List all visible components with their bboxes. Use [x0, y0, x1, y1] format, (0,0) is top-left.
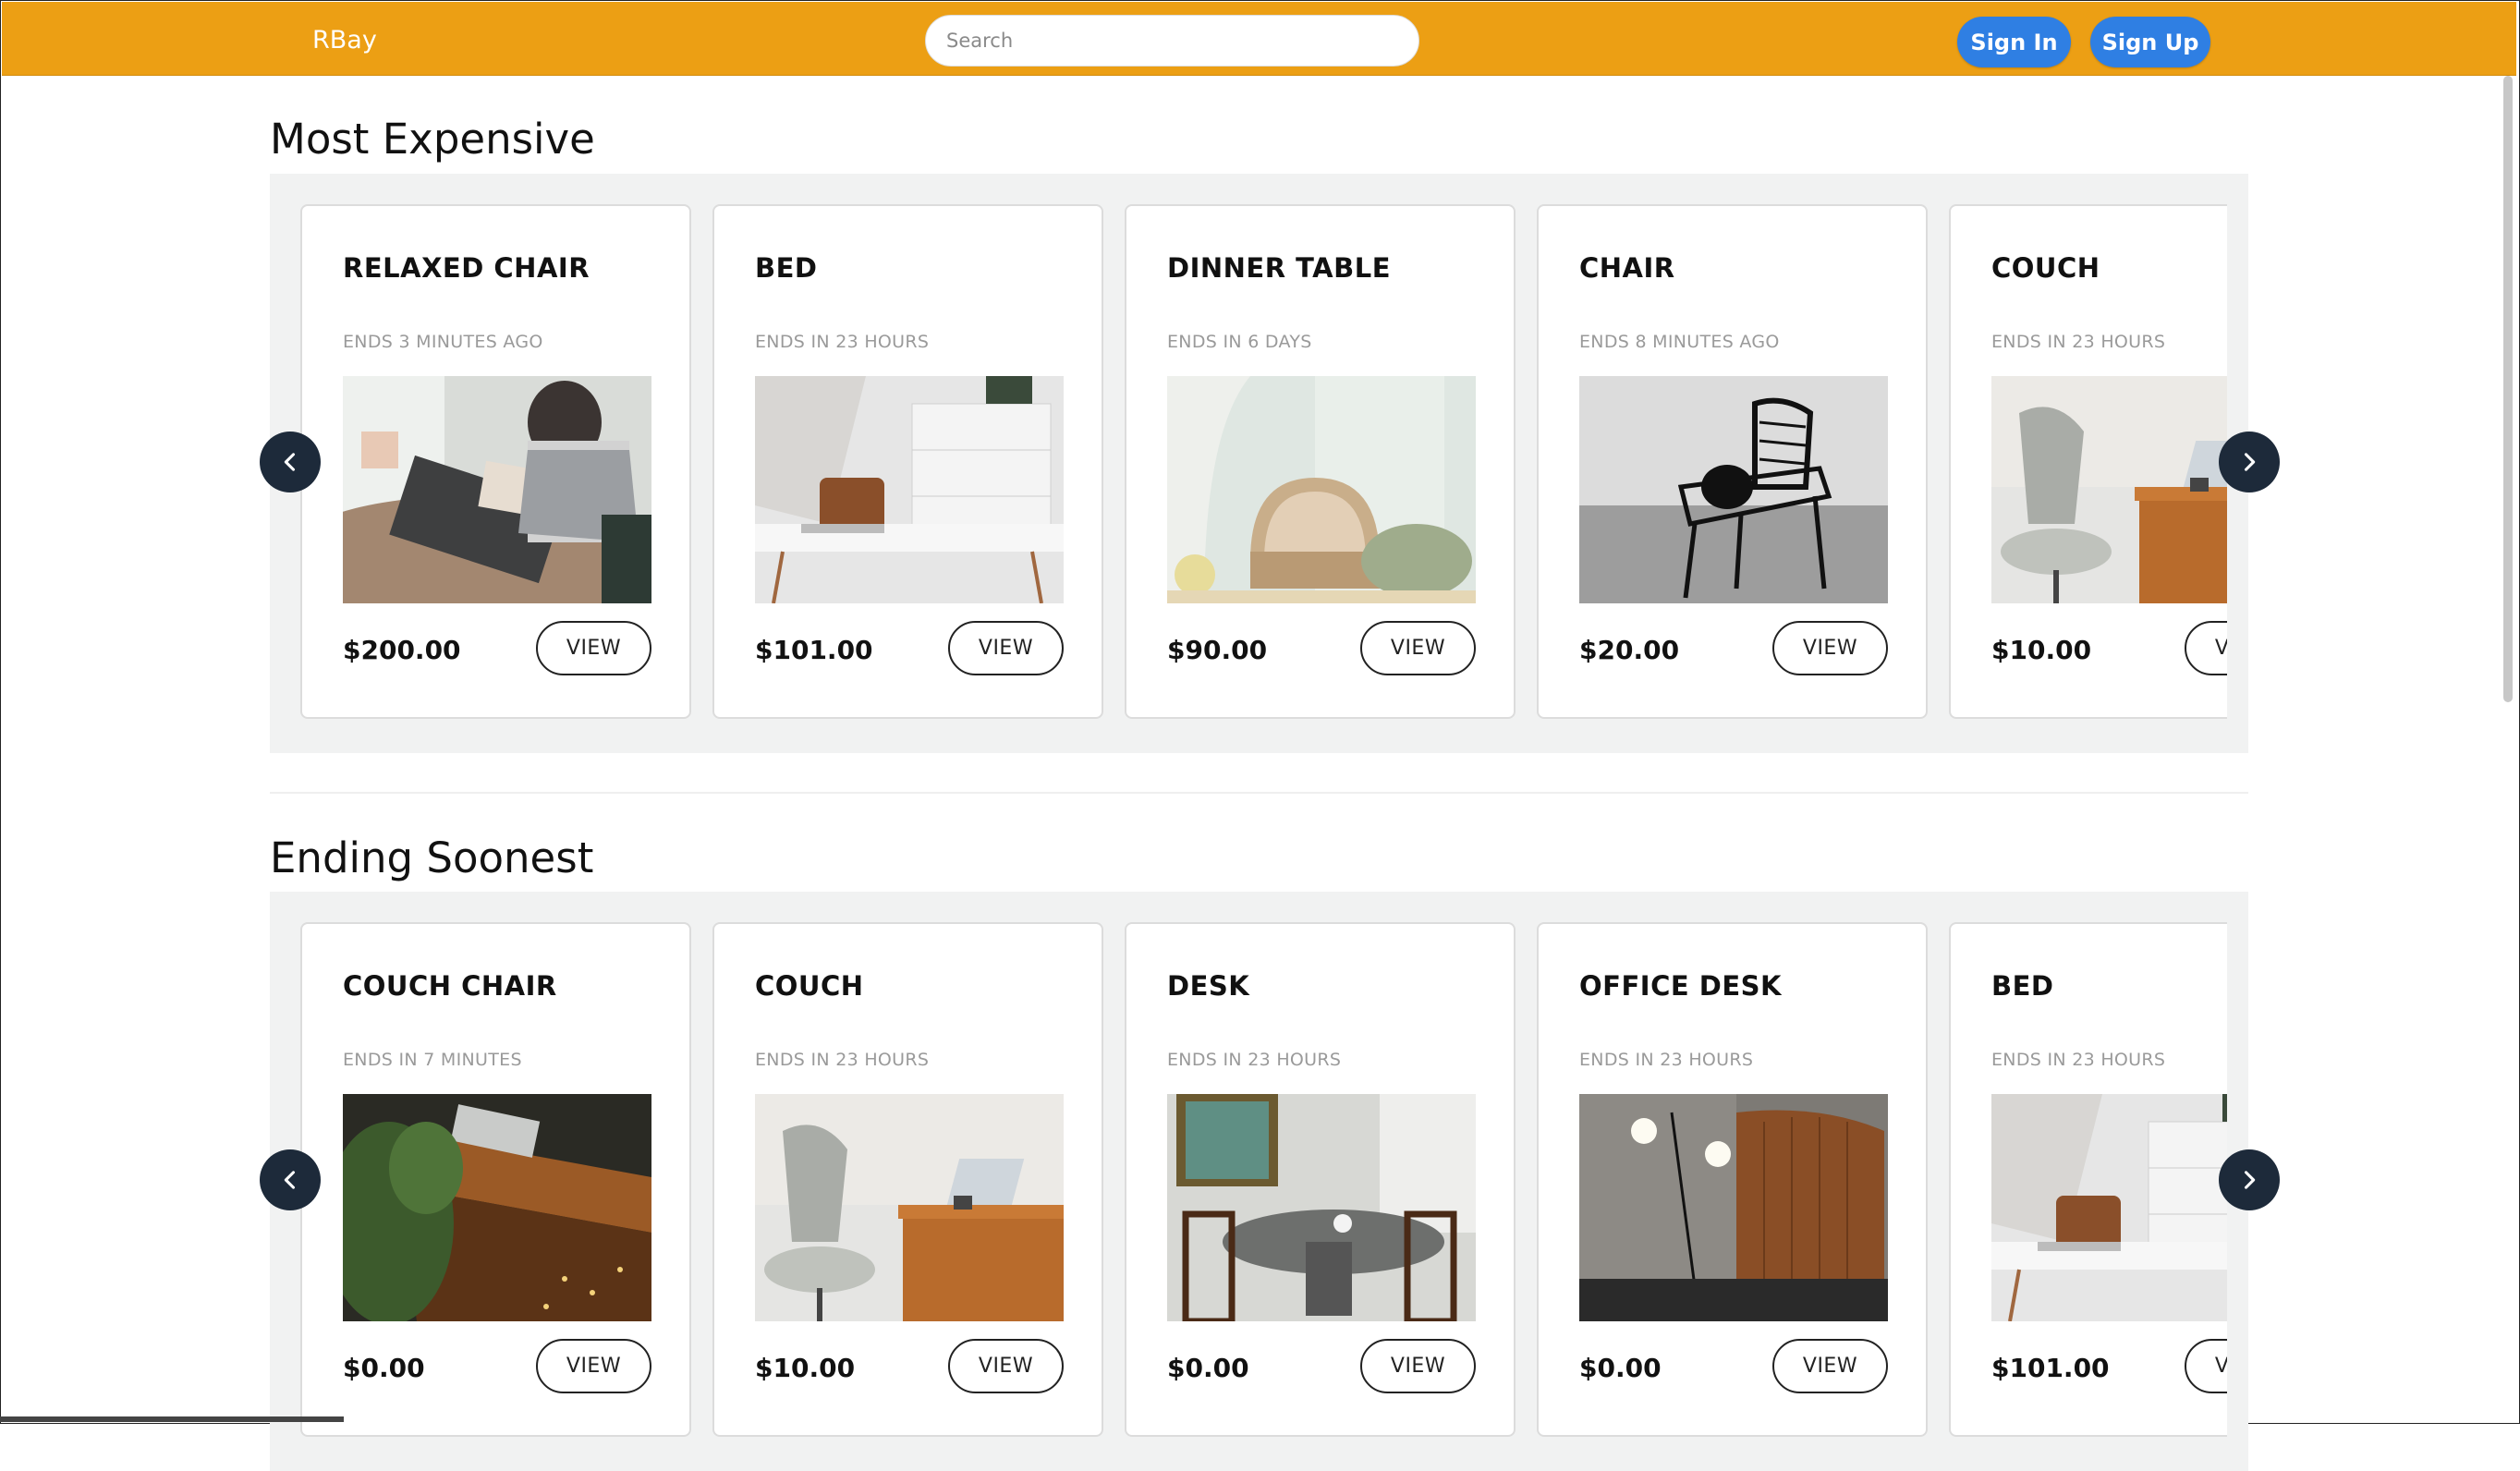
- product-title: BED: [755, 252, 818, 284]
- carousel-most-expensive: RELAXED CHAIR ENDS 3 MINUTES AGO $200.00: [270, 174, 2248, 753]
- view-button[interactable]: VIEW: [948, 1339, 1064, 1393]
- product-ends: ENDS IN 23 HOURS: [755, 332, 930, 352]
- product-card: COUCH ENDS IN 23 HOURS $10.00 VIEW: [1949, 204, 2227, 719]
- product-title: BED: [1991, 970, 2054, 1002]
- product-ends: ENDS 3 MINUTES AGO: [343, 332, 543, 352]
- carousel-viewport: COUCH CHAIR ENDS IN 7 MINUTES $0.00 VIEW: [300, 922, 2227, 1471]
- chevron-right-icon: [2244, 1171, 2256, 1189]
- navbar: RBay Sign In Sign Up: [2, 2, 2516, 76]
- product-ends: ENDS IN 7 MINUTES: [343, 1050, 522, 1070]
- product-ends: ENDS IN 23 HOURS: [1991, 332, 2166, 352]
- chevron-right-icon: [2244, 453, 2256, 471]
- product-image[interactable]: [755, 376, 1064, 603]
- product-price: $101.00: [1991, 1353, 2110, 1383]
- section-title-most-expensive: Most Expensive: [270, 115, 595, 164]
- product-card: OFFICE DESK ENDS IN 23 HOURS $0.00 VIEW: [1537, 922, 1928, 1437]
- view-button[interactable]: VIEW: [2185, 621, 2227, 675]
- product-image[interactable]: [1167, 1094, 1476, 1321]
- product-title: OFFICE DESK: [1579, 970, 1782, 1002]
- product-title: DESK: [1167, 970, 1250, 1002]
- product-title: COUCH: [1991, 252, 2100, 284]
- product-image[interactable]: [755, 1094, 1064, 1321]
- view-button[interactable]: VIEW: [948, 621, 1064, 675]
- product-image[interactable]: [343, 1094, 651, 1321]
- product-title: RELAXED CHAIR: [343, 252, 590, 284]
- section-title-ending-soonest: Ending Soonest: [270, 833, 594, 882]
- product-ends: ENDS IN 23 HOURS: [1991, 1050, 2166, 1070]
- product-price: $90.00: [1167, 635, 1268, 665]
- carousel-viewport: RELAXED CHAIR ENDS 3 MINUTES AGO $200.00: [300, 204, 2227, 753]
- product-image[interactable]: [343, 376, 651, 603]
- product-card: COUCH ENDS IN 23 HOURS $10.00 VIEW: [712, 922, 1103, 1437]
- product-title: COUCH CHAIR: [343, 970, 557, 1002]
- sign-in-button[interactable]: Sign In: [1957, 17, 2071, 67]
- product-price: $0.00: [1167, 1353, 1249, 1383]
- section-divider: [270, 792, 2248, 794]
- product-price: $0.00: [343, 1353, 425, 1383]
- view-button[interactable]: VIEW: [1360, 621, 1476, 675]
- chevron-left-icon: [284, 1171, 296, 1189]
- view-button[interactable]: VIEW: [536, 621, 651, 675]
- horizontal-scrollbar[interactable]: [0, 1416, 344, 1422]
- product-card: DINNER TABLE ENDS IN 6 DAYS $90.00 VIEW: [1125, 204, 1516, 719]
- view-button[interactable]: VIEW: [1772, 1339, 1888, 1393]
- carousel-next-button[interactable]: [2219, 1149, 2280, 1210]
- product-title: COUCH: [755, 970, 864, 1002]
- product-price: $20.00: [1579, 635, 1680, 665]
- product-price: $101.00: [755, 635, 873, 665]
- product-ends: ENDS IN 23 HOURS: [1579, 1050, 1754, 1070]
- search-input[interactable]: [925, 15, 1419, 67]
- product-ends: ENDS 8 MINUTES AGO: [1579, 332, 1780, 352]
- carousel-prev-button[interactable]: [260, 432, 321, 492]
- brand-logo[interactable]: RBay: [312, 26, 377, 55]
- carousel-next-button[interactable]: [2219, 432, 2280, 492]
- product-price: $0.00: [1579, 1353, 1662, 1383]
- product-image[interactable]: [1579, 376, 1888, 603]
- product-ends: ENDS IN 23 HOURS: [755, 1050, 930, 1070]
- view-button[interactable]: VIEW: [1772, 621, 1888, 675]
- product-card: BED ENDS IN 23 HOURS $101.00: [1949, 922, 2227, 1437]
- product-ends: ENDS IN 23 HOURS: [1167, 1050, 1342, 1070]
- product-title: DINNER TABLE: [1167, 252, 1392, 284]
- product-price: $10.00: [755, 1353, 856, 1383]
- product-ends: ENDS IN 6 DAYS: [1167, 332, 1312, 352]
- product-image[interactable]: [1167, 376, 1476, 603]
- product-card: BED ENDS IN 23 HOURS $101.00: [712, 204, 1103, 719]
- view-button[interactable]: VIEW: [2185, 1339, 2227, 1393]
- product-title: CHAIR: [1579, 252, 1675, 284]
- product-price: $200.00: [343, 635, 461, 665]
- product-price: $10.00: [1991, 635, 2092, 665]
- product-image[interactable]: [1991, 376, 2227, 603]
- product-image[interactable]: [1991, 1094, 2227, 1321]
- product-card: DESK ENDS IN 23 HOURS $0.00 VIEW: [1125, 922, 1516, 1437]
- product-card: COUCH CHAIR ENDS IN 7 MINUTES $0.00 VIEW: [300, 922, 691, 1437]
- view-button[interactable]: VIEW: [1360, 1339, 1476, 1393]
- view-button[interactable]: VIEW: [536, 1339, 651, 1393]
- product-image[interactable]: [1579, 1094, 1888, 1321]
- carousel-ending-soonest: COUCH CHAIR ENDS IN 7 MINUTES $0.00 VIEW: [270, 892, 2248, 1471]
- vertical-scrollbar[interactable]: [2503, 76, 2513, 702]
- sign-up-button[interactable]: Sign Up: [2090, 17, 2210, 67]
- chevron-left-icon: [284, 453, 296, 471]
- carousel-prev-button[interactable]: [260, 1149, 321, 1210]
- product-card: CHAIR ENDS 8 MINUTES AGO $20.00 VIEW: [1537, 204, 1928, 719]
- product-card: RELAXED CHAIR ENDS 3 MINUTES AGO $200.00: [300, 204, 691, 719]
